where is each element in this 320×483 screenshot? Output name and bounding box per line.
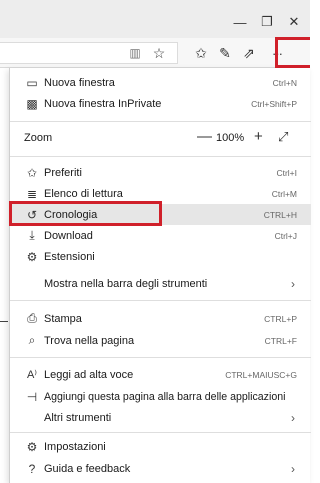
share-icon[interactable]: ⇗: [238, 43, 260, 63]
menu-label: Impostazioni: [44, 440, 106, 453]
menu-item-more-tools[interactable]: Altri strumenti ›: [10, 407, 311, 428]
menu-item-help-feedback[interactable]: ? Guida e feedback ›: [10, 458, 311, 479]
menu-label: Guida e feedback: [44, 462, 131, 475]
menu-label: Elenco di lettura: [44, 187, 123, 200]
menu-label: Nuova finestra InPrivate: [44, 97, 162, 110]
search-icon: ⌕: [28, 333, 36, 347]
menu-label: Altri strumenti: [44, 411, 112, 424]
menu-separator: [10, 300, 311, 301]
menu-item-settings[interactable]: ⚙ Impostazioni: [10, 436, 311, 457]
address-bar[interactable]: ▥ ☆: [0, 42, 178, 64]
reading-view-icon[interactable]: ▥: [124, 43, 146, 63]
menu-item-find-on-page[interactable]: ⌕ Trova nella pagina CTRL+F: [10, 330, 311, 351]
menu-shortcut: Ctrl+I: [276, 167, 297, 178]
menu-shortcut: Ctrl+Shift+P: [251, 98, 297, 109]
favorites-hub-icon[interactable]: ✩: [190, 43, 212, 63]
zoom-out-button[interactable]: —: [197, 128, 212, 145]
menu-item-read-aloud[interactable]: A⁾ Leggi ad alta voce CTRL+MAIUSC+G: [10, 364, 311, 385]
more-button-highlight-box: [275, 37, 310, 68]
zoom-row: Zoom — 100% + ⤢: [10, 127, 311, 151]
menu-item-new-window[interactable]: ▭ Nuova finestra Ctrl+N: [10, 72, 311, 93]
browser-toolbar: ▥ ☆ ✩ ✎ ⇗ ···: [0, 38, 310, 68]
menu-separator: [10, 357, 311, 358]
gear-icon: ⚙: [26, 439, 38, 454]
fullscreen-icon[interactable]: ⤢: [278, 129, 288, 145]
menu-label: Download: [44, 229, 93, 242]
page-content: [0, 68, 8, 483]
minimize-icon[interactable]: —: [227, 12, 253, 32]
menu-shortcut: CTRL+P: [264, 313, 297, 324]
extensions-icon: ⚙: [26, 249, 38, 264]
page-divider: [0, 321, 8, 322]
inprivate-icon: ▩: [26, 96, 38, 111]
menu-label: Mostra nella barra degli strumenti: [44, 277, 208, 290]
window-icon: ▭: [26, 75, 38, 90]
history-highlight-box: [9, 201, 162, 226]
chevron-right-icon: ›: [291, 461, 295, 476]
menu-label: Leggi ad alta voce: [44, 368, 134, 381]
settings-menu: ▭ Nuova finestra Ctrl+N ▩ Nuova finestra…: [9, 68, 311, 483]
pin-icon: ⊣: [26, 389, 38, 404]
menu-label: Estensioni: [44, 250, 95, 263]
help-icon: ?: [28, 461, 36, 476]
menu-separator: [10, 121, 311, 122]
menu-shortcut: CTRL+F: [264, 335, 297, 346]
web-notes-icon[interactable]: ✎: [214, 43, 236, 63]
title-bar: — ❐ ✕: [0, 0, 310, 38]
menu-item-show-in-toolbar[interactable]: Mostra nella barra degli strumenti ›: [10, 273, 311, 294]
menu-shortcut: CTRL+H: [263, 209, 297, 220]
menu-shortcut: Ctrl+J: [274, 230, 297, 241]
zoom-level: 100%: [216, 132, 245, 144]
favorite-star-icon[interactable]: ☆: [148, 43, 170, 63]
zoom-in-button[interactable]: +: [254, 128, 263, 145]
menu-shortcut: CTRL+MAIUSC+G: [225, 369, 297, 380]
download-icon: ⤓: [29, 228, 35, 242]
menu-item-favorites[interactable]: ✩ Preferiti Ctrl+I: [10, 162, 311, 183]
menu-item-new-inprivate-window[interactable]: ▩ Nuova finestra InPrivate Ctrl+Shift+P: [10, 93, 311, 114]
chevron-right-icon: ›: [291, 276, 295, 291]
menu-shortcut: Ctrl+N: [272, 77, 297, 88]
reading-list-icon: ≣: [26, 186, 38, 201]
restore-icon[interactable]: ❐: [254, 12, 280, 32]
zoom-label: Zoom: [24, 132, 53, 144]
chevron-right-icon: ›: [291, 410, 295, 425]
menu-separator: [10, 432, 311, 433]
menu-label: Stampa: [44, 312, 82, 325]
read-aloud-icon: A⁾: [26, 369, 38, 381]
menu-label: Aggiungi questa pagina alla barra delle …: [44, 390, 286, 403]
print-icon: ⎙: [27, 311, 37, 325]
menu-label: Trova nella pagina: [44, 334, 135, 347]
menu-separator: [10, 156, 311, 157]
menu-label: Nuova finestra: [44, 76, 115, 89]
menu-item-pin-to-taskbar[interactable]: ⊣ Aggiungi questa pagina alla barra dell…: [10, 386, 311, 407]
menu-label: Preferiti: [44, 166, 82, 179]
menu-item-print[interactable]: ⎙ Stampa CTRL+P: [10, 308, 311, 329]
menu-item-extensions[interactable]: ⚙ Estensioni: [10, 246, 311, 267]
menu-item-downloads[interactable]: ⤓ Download Ctrl+J: [10, 225, 311, 246]
favorites-icon: ✩: [26, 165, 38, 180]
menu-shortcut: Ctrl+M: [271, 188, 297, 199]
close-icon[interactable]: ✕: [281, 12, 307, 32]
